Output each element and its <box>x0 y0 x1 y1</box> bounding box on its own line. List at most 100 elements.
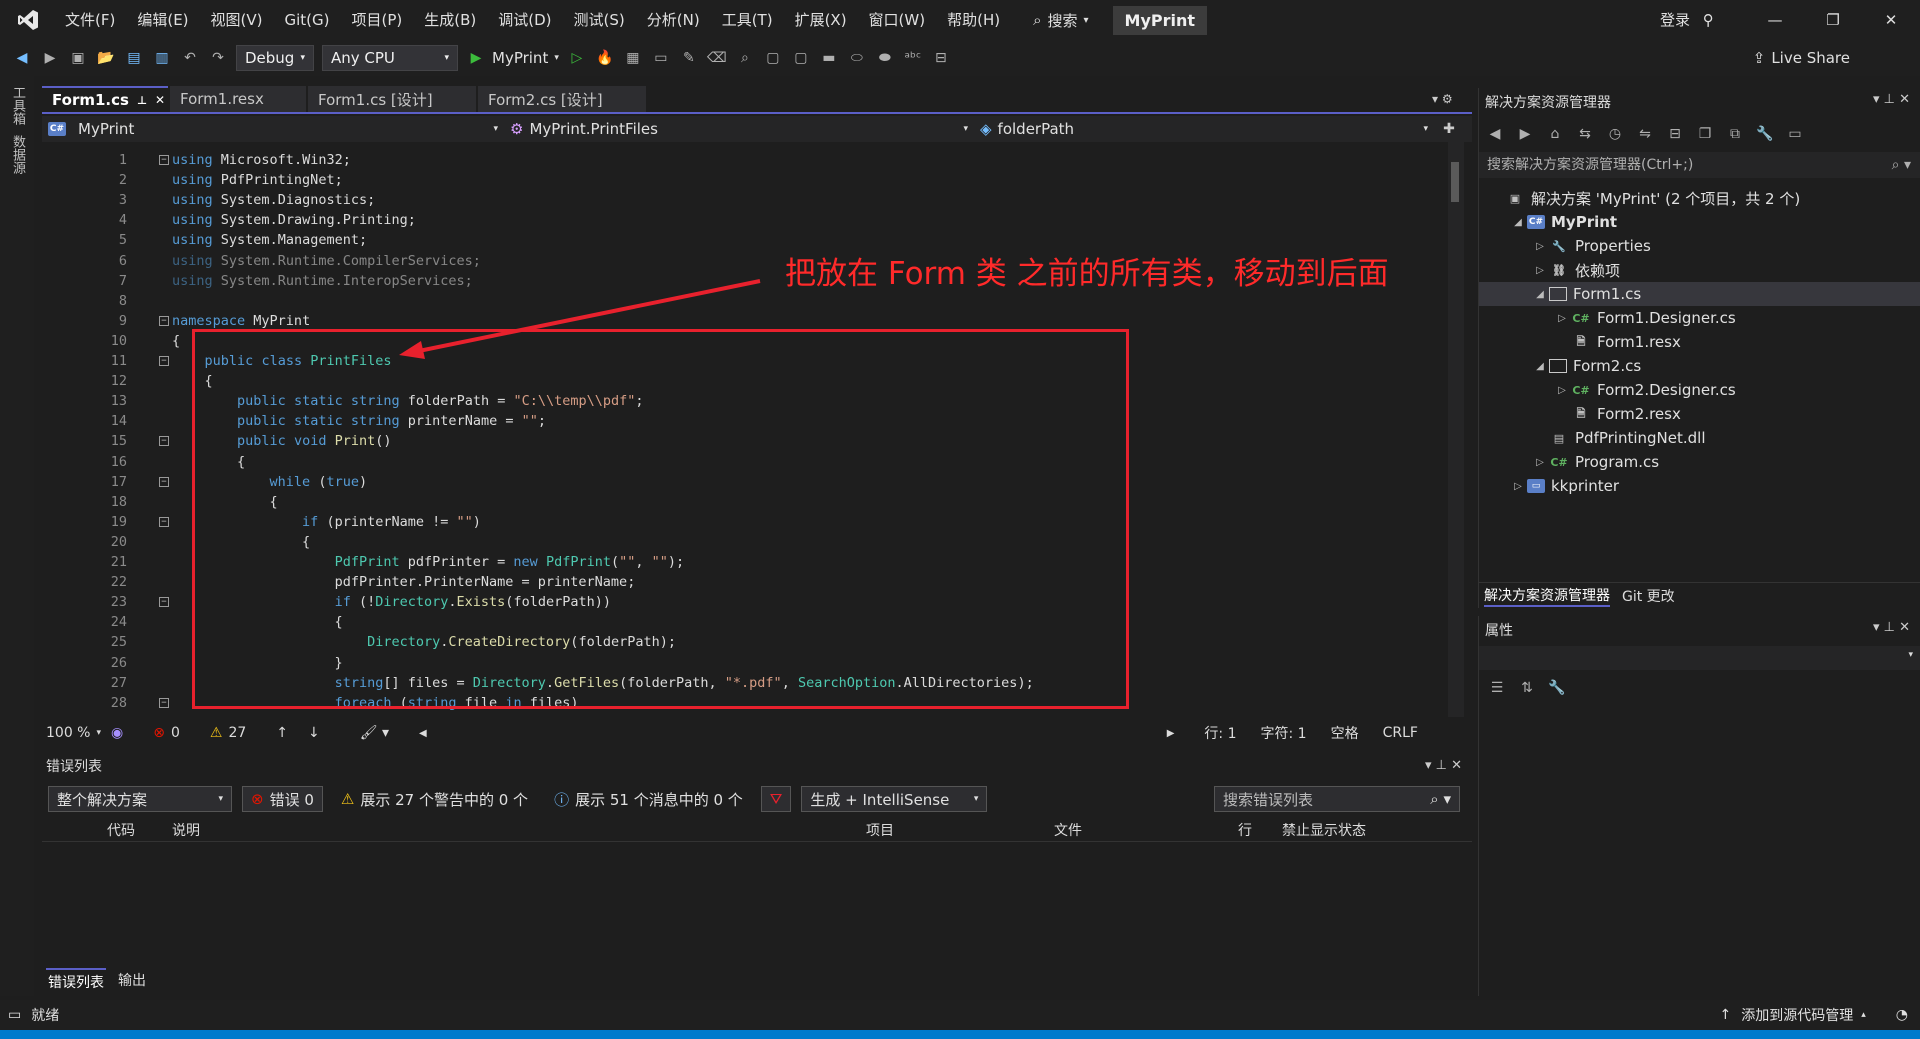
code-line[interactable]: 4 using System.Drawing.Printing; <box>42 210 1442 230</box>
column-code[interactable]: 代码 <box>107 820 172 840</box>
menu-item[interactable]: 工具(T) <box>711 0 784 40</box>
save-icon[interactable]: ▤ <box>124 48 144 68</box>
fold-toggle-icon[interactable]: − <box>159 315 169 326</box>
solution-tree-item[interactable]: ▷ 🔧 Properties <box>1479 234 1920 258</box>
scroll-right-icon[interactable]: ▶ <box>1167 728 1175 739</box>
close-window-button[interactable]: ✕ <box>1866 0 1916 40</box>
notification-icon[interactable]: ◔ <box>1896 1007 1908 1023</box>
class-nav-dropdown[interactable]: ⚙ MyPrint.PrintFiles ▾ <box>504 117 974 141</box>
ellipse-shape-icon[interactable]: ⬭ <box>847 48 867 68</box>
open-folder-icon[interactable]: 📂 <box>96 48 116 68</box>
history-icon[interactable]: ◷ <box>1605 124 1625 144</box>
output-icon[interactable]: ▭ <box>8 1007 21 1023</box>
panel-controls[interactable]: ▾ ⊥ ✕ <box>1873 620 1910 635</box>
messages-filter-button[interactable]: ⓘ 展示 51 个消息中的 0 个 <box>546 786 751 812</box>
column-line[interactable]: 行 <box>1238 820 1282 840</box>
arrow-down-icon[interactable]: ↓ <box>308 725 320 741</box>
solution-tree-item[interactable]: ◢ C# MyPrint <box>1479 210 1920 234</box>
menu-item[interactable]: 编辑(E) <box>126 0 199 40</box>
platform-dropdown[interactable]: Any CPU ▾ <box>322 45 458 71</box>
back-icon[interactable]: ◀ <box>1485 124 1505 144</box>
column-description[interactable]: 说明 <box>172 820 866 840</box>
code-line[interactable]: 3 using System.Diagnostics; <box>42 190 1442 210</box>
solution-tree-item[interactable]: ▷ ▭ kkprinter <box>1479 474 1920 498</box>
column-project[interactable]: 项目 <box>866 820 1054 840</box>
solution-tree-item[interactable]: ▤ PdfPrintingNet.dll <box>1479 426 1920 450</box>
whitespace-indicator[interactable]: 空格 <box>1331 723 1359 743</box>
rectangle-shape-icon-3[interactable]: ▬ <box>819 48 839 68</box>
zoom-level[interactable]: 100 % <box>46 725 90 741</box>
eraser-icon[interactable]: ⌫ <box>707 48 727 68</box>
column-file[interactable]: 文件 <box>1054 820 1238 840</box>
column-suppression[interactable]: 禁止显示状态 <box>1282 820 1366 840</box>
tab-list-dropdown-icon[interactable]: ▾ ⚙ <box>1432 92 1453 106</box>
zoom-icon[interactable]: ⌕ <box>735 48 755 68</box>
solution-tree-item[interactable]: ▷ ⛓ 依赖项 <box>1479 258 1920 282</box>
split-editor-icon[interactable]: ✚ <box>1434 121 1464 137</box>
fold-toggle-icon[interactable]: − <box>159 697 169 708</box>
expanded-arrow-icon[interactable]: ◢ <box>1531 289 1549 300</box>
editor-vertical-scrollbar[interactable] <box>1448 142 1464 717</box>
fold-toggle-icon[interactable]: − <box>159 356 169 366</box>
menu-item[interactable]: 调试(D) <box>487 0 562 40</box>
tab-output[interactable]: 输出 <box>116 968 148 994</box>
panel-controls[interactable]: ▾ ⊥ ✕ <box>1873 92 1910 107</box>
expanded-arrow-icon[interactable]: ◢ <box>1531 361 1549 372</box>
save-all-icon[interactable]: ▥ <box>152 48 172 68</box>
fold-toggle-icon[interactable]: − <box>159 597 169 608</box>
live-share-button[interactable]: ⇪ Live Share <box>1753 40 1850 76</box>
start-debug-button[interactable]: ▶ MyPrint ▾ <box>466 48 559 68</box>
start-without-debug-icon[interactable]: ▷ <box>567 48 587 68</box>
datasource-tab[interactable]: 数据源 <box>8 135 27 174</box>
scroll-thumb[interactable] <box>1451 162 1459 202</box>
build-filter-dropdown[interactable]: 生成 + IntelliSense ▾ <box>801 786 988 812</box>
fold-toggle-icon[interactable]: − <box>159 516 169 527</box>
menu-item[interactable]: 生成(B) <box>413 0 487 40</box>
filter-icon[interactable]: ⧉ <box>1725 124 1745 144</box>
property-pages-icon[interactable]: 🔧 <box>1547 678 1567 698</box>
arrow-up-icon[interactable]: ↑ <box>276 725 288 741</box>
close-tab-icon[interactable]: ✕ <box>155 93 165 107</box>
configuration-dropdown[interactable]: Debug ▾ <box>236 45 314 71</box>
warnings-filter-button[interactable]: ⚠ 展示 27 个警告中的 0 个 <box>333 786 536 812</box>
scope-dropdown[interactable]: 整个解决方案 ▾ <box>48 786 232 812</box>
menu-item[interactable]: 扩展(X) <box>784 0 858 40</box>
sync-icon[interactable]: ⇋ <box>1635 124 1655 144</box>
restore-button[interactable]: ❐ <box>1808 0 1858 40</box>
solution-tree-item[interactable]: ▷ C# Form2.Designer.cs <box>1479 378 1920 402</box>
collapse-all-icon[interactable]: ⊟ <box>1665 124 1685 144</box>
visual-studio-logo-icon[interactable] <box>10 0 46 40</box>
errors-filter-button[interactable]: ⊗ 错误 0 <box>242 786 323 812</box>
wrench-icon[interactable]: 🔧 <box>1755 124 1775 144</box>
member-nav-dropdown[interactable]: ◈ folderPath ▾ <box>974 117 1434 141</box>
undo-icon[interactable]: ↶ <box>180 48 200 68</box>
error-search-input[interactable]: 搜索错误列表 ⌕ ▾ <box>1214 786 1460 812</box>
collapsed-arrow-icon[interactable]: ▷ <box>1553 313 1571 324</box>
code-line[interactable]: 29 { <box>42 713 1442 717</box>
menu-item[interactable]: 测试(S) <box>563 0 636 40</box>
code-cleanup-icon[interactable]: 🖌 ▾ <box>360 725 389 741</box>
collapsed-arrow-icon[interactable]: ▷ <box>1509 481 1527 492</box>
code-line[interactable]: 2 using PdfPrintingNet; <box>42 170 1442 190</box>
menu-item[interactable]: 文件(F) <box>54 0 126 40</box>
solution-tree-item[interactable]: ◢ Form2.cs <box>1479 354 1920 378</box>
char-indicator[interactable]: 字符: 1 <box>1261 723 1307 743</box>
layout-icon[interactable]: ▭ <box>651 48 671 68</box>
code-line[interactable]: 1 − using Microsoft.Win32; <box>42 150 1442 170</box>
line-indicator[interactable]: 行: 1 <box>1204 723 1236 743</box>
error-count[interactable]: 0 <box>171 725 180 741</box>
solution-tree-item[interactable]: ▣ 解决方案 'MyPrint' (2 个项目，共 2 个) <box>1479 186 1920 210</box>
switch-views-icon[interactable]: ⇆ <box>1575 124 1595 144</box>
redo-icon[interactable]: ↷ <box>208 48 228 68</box>
fold-toggle-icon[interactable]: − <box>159 155 169 165</box>
solution-tree-item[interactable]: ◢ Form1.cs <box>1479 282 1920 306</box>
collapsed-arrow-icon[interactable]: ▷ <box>1553 385 1571 396</box>
pen-icon[interactable]: ✎ <box>679 48 699 68</box>
solution-tree-item[interactable]: ▷ C# Form1.Designer.cs <box>1479 306 1920 330</box>
solution-folder-icon[interactable]: ▦ <box>623 48 643 68</box>
menu-item[interactable]: 视图(V) <box>200 0 274 40</box>
rectangle-shape-icon[interactable]: ▢ <box>763 48 783 68</box>
project-nav-dropdown[interactable]: C# MyPrint ▾ <box>42 117 504 141</box>
fold-toggle-icon[interactable]: − <box>159 476 169 487</box>
menu-item[interactable]: 项目(P) <box>341 0 414 40</box>
